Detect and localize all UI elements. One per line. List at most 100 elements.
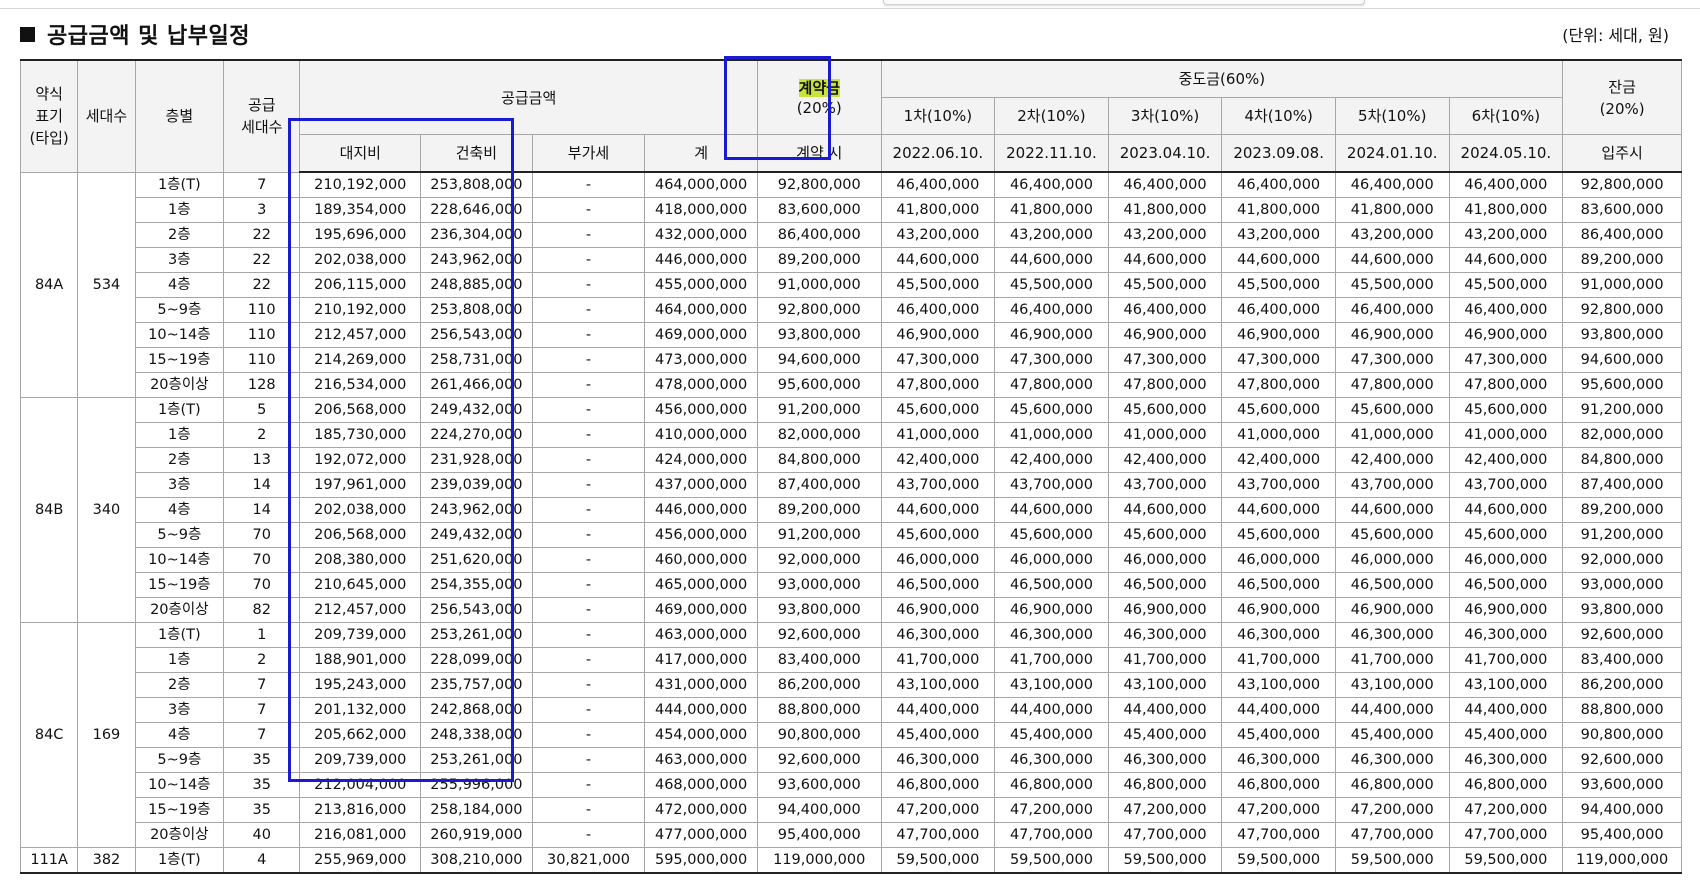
installment-2-cell: 47,700,000 (994, 822, 1109, 848)
floor-cell: 1층(T) (134, 847, 225, 874)
building-cost-cell: 253,261,000 (420, 747, 533, 773)
header-installment-5: 5차(10%) (1334, 97, 1450, 135)
supply-households-cell: 14 (223, 472, 301, 498)
balance-cell: 89,200,000 (1562, 247, 1682, 273)
balance-cell: 91,200,000 (1562, 397, 1682, 423)
supply-households-cell: 5 (223, 397, 301, 423)
installment-4-cell: 46,300,000 (1221, 747, 1336, 773)
land-cost-cell: 212,457,000 (299, 322, 422, 348)
installment-6-cell: 46,000,000 (1448, 547, 1564, 573)
balance-cell: 82,000,000 (1562, 422, 1682, 448)
land-cost-cell: 192,072,000 (299, 447, 422, 473)
land-cost-cell: 189,354,000 (299, 197, 422, 223)
supply-households-cell: 70 (223, 572, 301, 598)
land-cost-cell: 201,132,000 (299, 697, 422, 723)
total-cell: 456,000,000 (644, 397, 758, 423)
deposit-cell: 83,400,000 (756, 647, 882, 673)
installment-6-cell: 43,200,000 (1448, 222, 1564, 248)
floor-cell: 10~14층 (134, 772, 225, 798)
header-date-2: 2022.11.10. (994, 134, 1109, 173)
building-cost-cell: 249,432,000 (420, 522, 533, 548)
installment-5-cell: 46,500,000 (1334, 572, 1450, 598)
installment-2-cell: 43,200,000 (994, 222, 1109, 248)
installment-2-cell: 43,100,000 (994, 672, 1109, 698)
building-cost-cell: 242,868,000 (420, 697, 533, 723)
installment-3-cell: 46,400,000 (1107, 297, 1223, 323)
vat-cell: - (531, 747, 646, 773)
installment-3-cell: 41,000,000 (1107, 422, 1223, 448)
installment-1-cell: 46,800,000 (880, 772, 996, 798)
floor-cell: 1층 (134, 647, 225, 673)
vat-cell: - (531, 547, 646, 573)
installment-3-cell: 45,500,000 (1107, 272, 1223, 298)
installment-3-cell: 46,300,000 (1107, 622, 1223, 648)
floor-cell: 3층 (134, 472, 225, 498)
installment-4-cell: 45,600,000 (1221, 397, 1336, 423)
installment-2-cell: 47,200,000 (994, 797, 1109, 823)
installment-1-cell: 41,700,000 (880, 647, 996, 673)
total-cell: 410,000,000 (644, 422, 758, 448)
installment-1-cell: 43,100,000 (880, 672, 996, 698)
total-cell: 418,000,000 (644, 197, 758, 223)
total-cell: 446,000,000 (644, 497, 758, 523)
deposit-cell: 92,800,000 (756, 171, 882, 198)
installment-5-cell: 42,400,000 (1334, 447, 1450, 473)
header-balance: 잔금 (20%) (1562, 59, 1682, 135)
header-date-5: 2024.01.10. (1334, 134, 1450, 173)
installment-3-cell: 44,400,000 (1107, 697, 1223, 723)
installment-5-cell: 47,700,000 (1334, 822, 1450, 848)
building-cost-cell: 243,962,000 (420, 497, 533, 523)
installment-4-cell: 44,400,000 (1221, 697, 1336, 723)
installment-4-cell: 47,300,000 (1221, 347, 1336, 373)
header-deposit-pct: (20%) (796, 98, 842, 117)
installment-5-cell: 46,300,000 (1334, 622, 1450, 648)
installment-3-cell: 47,700,000 (1107, 822, 1223, 848)
table-row: 3층 22 202,038,000 243,962,000-446,000,000 89… (21, 247, 1682, 273)
balance-cell: 86,400,000 (1562, 222, 1682, 248)
vat-cell: - (531, 822, 646, 848)
deposit-cell: 91,000,000 (756, 272, 882, 298)
installment-2-cell: 45,600,000 (994, 522, 1109, 548)
vat-cell: - (531, 322, 646, 348)
header-installment-6: 6차(10%) (1448, 97, 1564, 135)
balance-cell: 95,400,000 (1562, 822, 1682, 848)
supply-households-cell: 7 (223, 672, 301, 698)
supply-households-cell: 7 (223, 171, 301, 198)
total-cell: 595,000,000 (644, 847, 758, 874)
floor-cell: 4층 (134, 497, 225, 523)
installment-4-cell: 46,300,000 (1221, 622, 1336, 648)
table-row: 3층 7 201,132,000 242,868,000-444,000,000 88,… (21, 697, 1682, 723)
installment-4-cell: 41,700,000 (1221, 647, 1336, 673)
table-row: 2층 7 195,243,000 235,757,000-431,000,000 86,… (21, 672, 1682, 698)
deposit-cell: 95,400,000 (756, 822, 882, 848)
deposit-cell: 92,600,000 (756, 747, 882, 773)
installment-4-cell: 43,700,000 (1221, 472, 1336, 498)
supply-households-cell: 110 (223, 347, 301, 373)
installment-6-cell: 41,000,000 (1448, 422, 1564, 448)
installment-1-cell: 44,400,000 (880, 697, 996, 723)
floor-cell: 20층이상 (134, 822, 225, 848)
supply-households-cell: 128 (223, 372, 301, 398)
deposit-cell: 93,800,000 (756, 597, 882, 623)
table-row: 4층 22 206,115,000 248,885,000-455,000,000 91… (21, 272, 1682, 298)
header-installment-1: 1차(10%) (880, 97, 996, 135)
installment-2-cell: 45,500,000 (994, 272, 1109, 298)
installment-1-cell: 44,600,000 (880, 247, 996, 273)
deposit-cell: 83,600,000 (756, 197, 882, 223)
installment-5-cell: 44,600,000 (1334, 247, 1450, 273)
installment-2-cell: 44,600,000 (994, 497, 1109, 523)
building-cost-cell: 260,919,000 (420, 822, 533, 848)
installment-6-cell: 47,200,000 (1448, 797, 1564, 823)
installment-1-cell: 41,000,000 (880, 422, 996, 448)
floor-cell: 20층이상 (134, 372, 225, 398)
land-cost-cell: 210,645,000 (299, 572, 422, 598)
vat-cell: - (531, 522, 646, 548)
total-cell: 464,000,000 (644, 297, 758, 323)
building-cost-cell: 258,184,000 (420, 797, 533, 823)
installment-3-cell: 42,400,000 (1107, 447, 1223, 473)
balance-cell: 94,400,000 (1562, 797, 1682, 823)
installment-6-cell: 46,800,000 (1448, 772, 1564, 798)
land-cost-cell: 205,662,000 (299, 722, 422, 748)
total-cell: 468,000,000 (644, 772, 758, 798)
installment-1-cell: 46,400,000 (880, 297, 996, 323)
